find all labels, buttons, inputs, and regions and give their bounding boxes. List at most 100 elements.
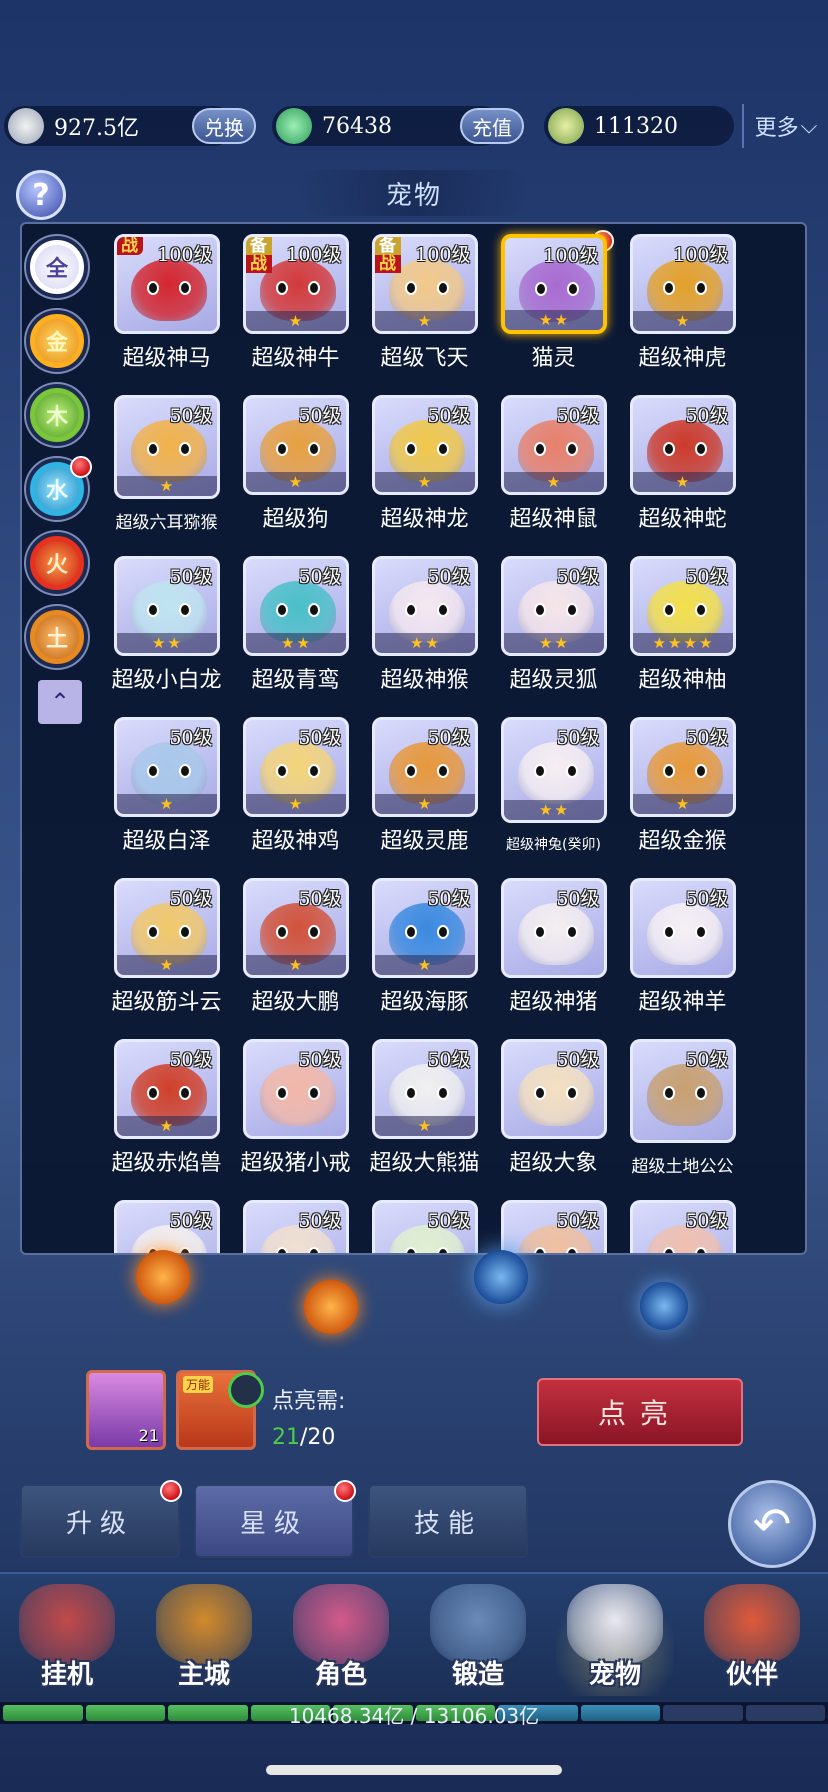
star-icon: ★ — [539, 311, 553, 329]
pet-slot[interactable]: 50级 ★ 超级大熊猫 — [360, 1039, 489, 1177]
pet-slot[interactable]: 50级 ★ ★ 超级神猴 — [360, 556, 489, 694]
pet-card[interactable]: 50级 — [629, 878, 736, 978]
pet-slot[interactable]: 50级 超级大象 — [489, 1039, 618, 1177]
pet-card[interactable]: 50级 ★ — [371, 717, 478, 817]
pet-slot[interactable]: 50级 超级土地公公 — [618, 1039, 747, 1177]
pet-card[interactable]: 50级 ★ ★ ★ ★ — [629, 556, 736, 656]
pet-slot[interactable]: 备战 100级 ★ 超级飞天 — [360, 234, 489, 372]
tab-star[interactable]: 星级 — [194, 1480, 356, 1558]
help-button[interactable]: ? — [16, 170, 66, 220]
pet-slot[interactable]: 50级 ★ 超级狗 — [231, 395, 360, 533]
pet-card[interactable]: 50级 — [629, 1200, 736, 1253]
pet-card[interactable]: 50级 — [113, 1200, 220, 1253]
pet-slot[interactable]: 50级 ★ 超级赤焰兽 — [102, 1039, 231, 1177]
pet-slot[interactable]: 50级 ★ 超级筋斗云 — [102, 878, 231, 1016]
pet-card[interactable]: 50级 ★ — [242, 717, 349, 817]
pet-slot[interactable]: 50级 ★ 超级金猴 — [618, 717, 747, 855]
pet-slot[interactable]: 50级 ★ 超级海豚 — [360, 878, 489, 1016]
pet-card[interactable]: 50级 ★ — [113, 1039, 220, 1139]
pet-card[interactable]: 50级 — [242, 1039, 349, 1139]
pet-card[interactable]: 50级 ★ — [113, 878, 220, 978]
pet-card[interactable]: 50级 ★ — [242, 395, 349, 495]
pet-card[interactable]: 50级 ★ — [371, 878, 478, 978]
pet-slot[interactable]: 备战 100级 ★ 超级神牛 — [231, 234, 360, 372]
pet-card[interactable]: 50级 ★ ★ — [371, 556, 478, 656]
pet-card[interactable]: 备战 100级 ★ — [242, 234, 349, 334]
pet-slot[interactable]: 50级 ★ 超级白泽 — [102, 717, 231, 855]
pet-card[interactable]: 50级 ★ ★ — [242, 556, 349, 656]
required-pet-item[interactable]: 21 — [86, 1370, 166, 1450]
pet-card[interactable]: 50级 ★ — [371, 1039, 478, 1139]
pet-card[interactable]: 50级 ★ — [500, 395, 607, 495]
pet-slot[interactable]: 50级 ★ 超级神鼠 — [489, 395, 618, 533]
pet-card[interactable]: 50级 ★ ★ — [500, 556, 607, 656]
coupon-currency: 111320 — [544, 106, 734, 146]
recharge-button[interactable]: 充值 — [460, 108, 524, 144]
pet-card[interactable]: 50级 — [629, 1039, 736, 1143]
pet-card[interactable]: 50级 — [500, 878, 607, 978]
tab-skill[interactable]: 技能 — [368, 1484, 528, 1558]
star-icon: ★ — [152, 634, 166, 652]
nav-pet[interactable]: 宠物 — [556, 1584, 674, 1696]
pet-card[interactable]: 50级 ★ — [113, 717, 220, 817]
pet-slot[interactable]: 战 100级 超级神马 — [102, 234, 231, 372]
pet-slot[interactable]: 50级 — [489, 1200, 618, 1253]
filter-fire[interactable]: 火 — [26, 532, 88, 594]
pet-slot[interactable]: 50级 ★ ★ 超级神兔(癸卯) — [489, 717, 618, 855]
pet-slot[interactable]: 50级 ★ ★ 超级青鸾 — [231, 556, 360, 694]
pet-slot[interactable]: 50级 ★ 超级神鸡 — [231, 717, 360, 855]
pet-card[interactable]: 50级 ★ — [113, 395, 220, 499]
pet-card[interactable]: 50级 — [500, 1039, 607, 1139]
pet-slot[interactable]: 50级 ★ ★ 超级小白龙 — [102, 556, 231, 694]
pet-slot[interactable]: 50级 超级神羊 — [618, 878, 747, 1016]
pet-card[interactable]: 100级 ★ ★ — [500, 234, 607, 334]
pet-slot[interactable]: 50级 超级猪小戒 — [231, 1039, 360, 1177]
nav-forge[interactable]: 锻造 — [419, 1584, 537, 1696]
pet-card[interactable]: 50级 — [242, 1200, 349, 1253]
pet-card[interactable]: 50级 ★ — [371, 395, 478, 495]
pet-slot[interactable]: 50级 ★ 超级神蛇 — [618, 395, 747, 533]
more-button[interactable]: 更多 ⌵ — [742, 104, 828, 148]
jade-icon — [276, 108, 312, 144]
pet-slot[interactable]: 50级 ★ 超级大鹏 — [231, 878, 360, 1016]
filter-metal[interactable]: 金 — [26, 310, 88, 372]
pet-slot[interactable]: 50级 — [102, 1200, 231, 1253]
pet-stars: ★ ★ ★ ★ — [632, 633, 733, 653]
nav-idle[interactable]: 挂机 — [8, 1584, 126, 1696]
pet-slot[interactable]: 50级 — [360, 1200, 489, 1253]
pet-slot[interactable]: 50级 ★ 超级六耳猕猴 — [102, 395, 231, 533]
pet-slot[interactable]: 50级 ★ 超级神龙 — [360, 395, 489, 533]
filter-earth[interactable]: 土 — [26, 606, 88, 668]
pet-card[interactable]: 50级 — [500, 1200, 607, 1253]
pet-slot[interactable]: 50级 ★ ★ 超级灵狐 — [489, 556, 618, 694]
nav-city[interactable]: 主城 — [145, 1584, 263, 1696]
pet-card[interactable]: 50级 ★ ★ — [113, 556, 220, 656]
exchange-button[interactable]: 兑换 — [192, 108, 256, 144]
pet-card[interactable]: 50级 ★ — [242, 878, 349, 978]
filter-wood[interactable]: 木 — [26, 384, 88, 446]
pet-card[interactable]: 50级 — [371, 1200, 478, 1253]
pet-slot[interactable]: 100级 ★ 超级神虎 — [618, 234, 747, 372]
tab-upgrade[interactable]: 升级 — [20, 1480, 182, 1558]
pet-slot[interactable]: 50级 — [618, 1200, 747, 1253]
pet-slot[interactable]: 50级 超级神猪 — [489, 878, 618, 1016]
pet-card[interactable]: 50级 ★ ★ — [500, 717, 607, 823]
pet-eye — [404, 925, 417, 939]
pet-slot[interactable]: 50级 ★ ★ ★ ★ 超级神柚 — [618, 556, 747, 694]
pet-slot[interactable]: 50级 — [231, 1200, 360, 1253]
pet-card[interactable]: 备战 100级 ★ — [371, 234, 478, 334]
pet-slot[interactable]: 100级 ★ ★ 猫灵 — [489, 230, 618, 372]
undo-arrow-icon[interactable]: ↶ — [728, 1480, 816, 1568]
home-indicator[interactable] — [266, 1765, 562, 1775]
pet-card[interactable]: 50级 ★ — [629, 395, 736, 495]
pet-card[interactable]: 战 100级 — [113, 234, 220, 334]
nav-partner[interactable]: 伙伴 — [693, 1584, 811, 1696]
pet-card[interactable]: 50级 ★ — [629, 717, 736, 817]
nav-character[interactable]: 角色 — [282, 1584, 400, 1696]
pet-slot[interactable]: 50级 ★ 超级灵鹿 — [360, 717, 489, 855]
filter-water[interactable]: 水 — [26, 456, 92, 520]
light-up-button[interactable]: 点亮 — [537, 1378, 743, 1446]
filter-all[interactable]: 全 — [26, 236, 88, 298]
pet-card[interactable]: 100级 ★ — [629, 234, 736, 334]
collapse-filters-button[interactable]: ⌃ — [38, 680, 82, 724]
